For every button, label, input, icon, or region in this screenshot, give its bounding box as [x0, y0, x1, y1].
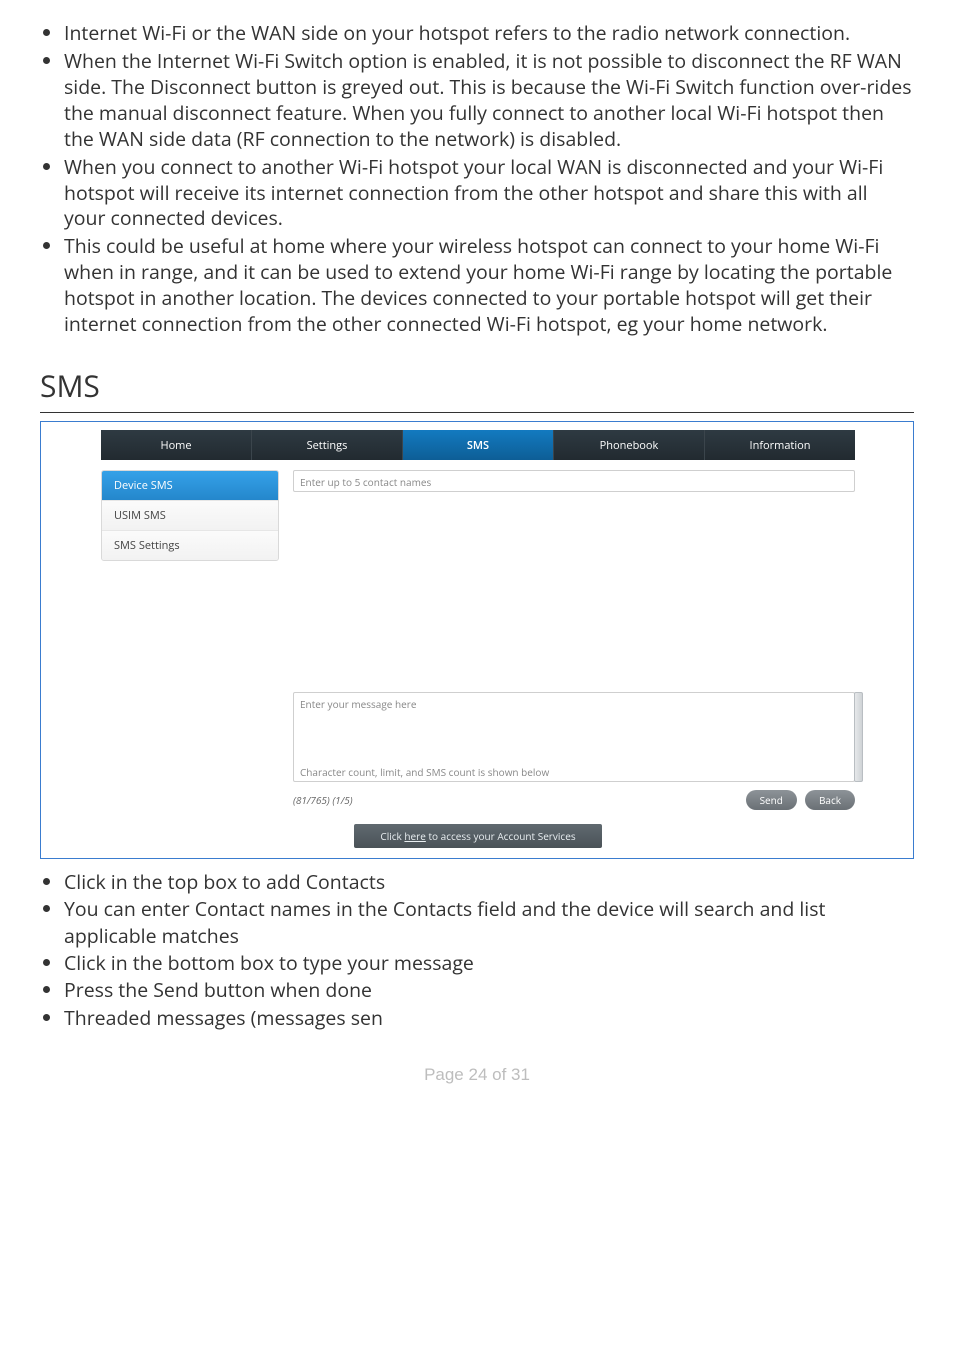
list-item: You can enter Contact names in the Conta… — [64, 896, 914, 949]
top-tabbar: Home Settings SMS Phonebook Information — [101, 430, 855, 460]
tab-label: Home — [160, 438, 191, 453]
message-textarea[interactable]: Enter your message here Character count,… — [293, 692, 855, 782]
tab-label: SMS — [467, 438, 489, 453]
account-link[interactable]: here — [404, 829, 425, 843]
section-heading: SMS — [40, 365, 914, 406]
send-button[interactable]: Send — [746, 790, 797, 810]
sidebar-item-usim-sms[interactable]: USIM SMS — [102, 500, 278, 530]
sidebar: Device SMS USIM SMS SMS Settings — [101, 470, 279, 810]
back-button[interactable]: Back — [805, 790, 855, 810]
character-counter: (81/765) (1/5) — [293, 793, 353, 807]
contacts-input[interactable]: Enter up to 5 contact names — [293, 470, 855, 492]
text: Click — [380, 829, 404, 843]
divider — [40, 412, 914, 413]
list-item: Threaded messages (messages sen — [64, 1005, 914, 1031]
sidebar-item-device-sms[interactable]: Device SMS — [102, 471, 278, 500]
tab-phonebook[interactable]: Phonebook — [554, 430, 705, 460]
list-item: When you connect to another Wi-Fi hotspo… — [64, 154, 914, 232]
tab-label: Settings — [307, 438, 348, 453]
bullet-list-bottom: Click in the top box to add Contacts You… — [40, 869, 914, 1031]
list-item: Internet Wi-Fi or the WAN side on your h… — [64, 20, 914, 46]
sidebar-item-label: USIM SMS — [114, 508, 166, 523]
scrollbar[interactable] — [854, 692, 863, 782]
button-label: Send — [760, 793, 783, 807]
list-item: This could be useful at home where your … — [64, 233, 914, 337]
tab-information[interactable]: Information — [705, 430, 855, 460]
placeholder-text: Enter your message here — [300, 697, 848, 711]
device-ui-screenshot: Home Settings SMS Phonebook Information … — [40, 421, 914, 859]
account-services-bar[interactable]: Click here to access your Account Servic… — [354, 824, 601, 848]
tab-label: Phonebook — [600, 438, 659, 453]
list-item: When the Internet Wi-Fi Switch option is… — [64, 48, 914, 152]
tab-sms[interactable]: SMS — [403, 430, 554, 460]
sidebar-item-label: Device SMS — [114, 478, 173, 493]
list-item: Press the Send button when done — [64, 977, 914, 1003]
tab-settings[interactable]: Settings — [252, 430, 403, 460]
list-item: Click in the bottom box to type your mes… — [64, 950, 914, 976]
button-label: Back — [819, 793, 841, 807]
tab-home[interactable]: Home — [101, 430, 252, 460]
list-item: Click in the top box to add Contacts — [64, 869, 914, 895]
tab-label: Information — [750, 438, 811, 453]
page-footer: Page 24 of 31 — [40, 1065, 914, 1085]
placeholder-text: Enter up to 5 contact names — [300, 475, 431, 489]
text: to access your Account Services — [426, 829, 576, 843]
hint-text: Character count, limit, and SMS count is… — [300, 765, 848, 779]
sidebar-item-label: SMS Settings — [114, 538, 180, 553]
bullet-list-top: Internet Wi-Fi or the WAN side on your h… — [40, 20, 914, 337]
sidebar-item-sms-settings[interactable]: SMS Settings — [102, 530, 278, 560]
